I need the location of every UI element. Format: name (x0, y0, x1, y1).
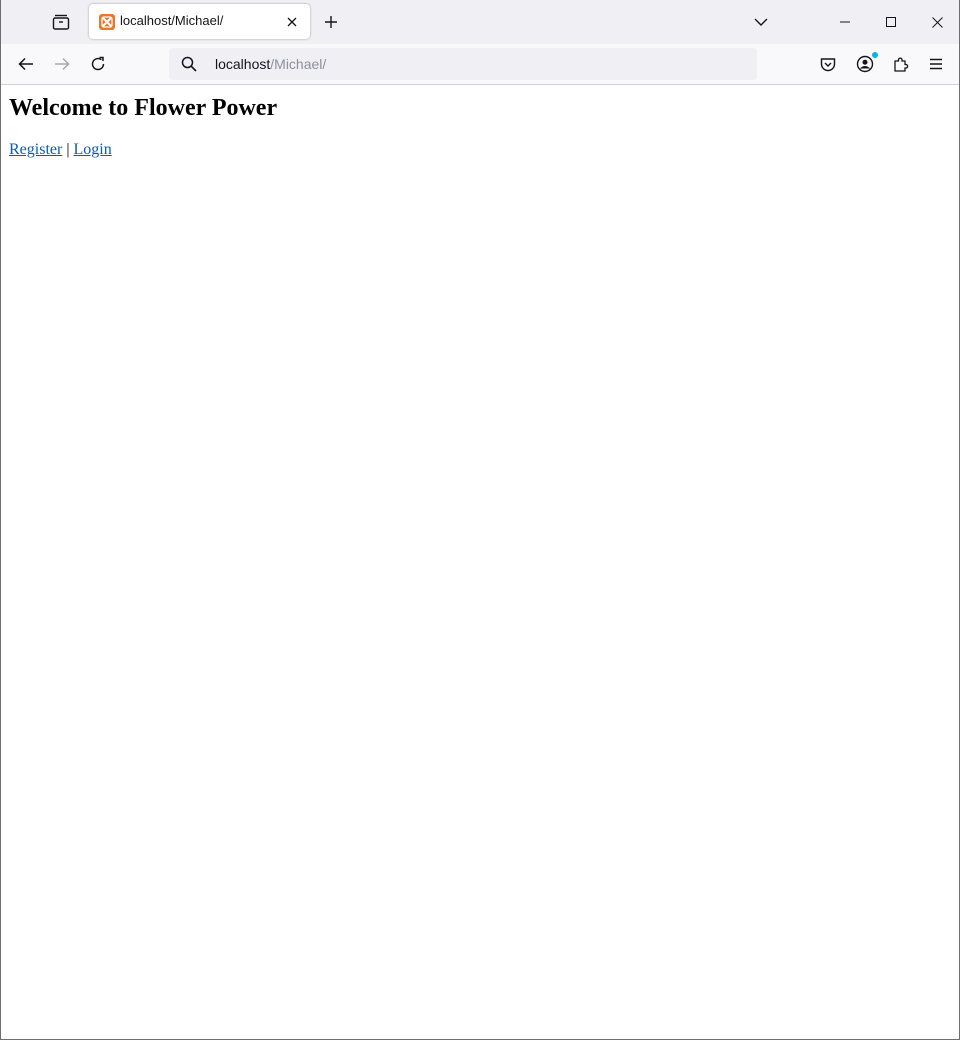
notification-badge (871, 51, 879, 59)
list-all-tabs-button[interactable] (747, 8, 775, 36)
maximize-icon (886, 17, 896, 27)
auth-links: Register | Login (9, 141, 949, 159)
close-icon (931, 16, 943, 28)
url-text[interactable]: localhost/Michael/ (215, 56, 326, 72)
browser-window: localhost/Michael/ localhost/Michael/ We… (0, 0, 960, 1040)
reload-button[interactable] (82, 48, 114, 80)
pocket-button[interactable] (812, 48, 844, 80)
url-bar[interactable]: localhost/Michael/ (169, 48, 757, 80)
firefox-view-button[interactable] (45, 6, 77, 38)
account-button[interactable] (849, 48, 881, 80)
link-separator: | (62, 141, 74, 158)
tab-active[interactable]: localhost/Michael/ (89, 4, 310, 39)
puzzle-icon (894, 57, 909, 72)
pocket-icon (820, 57, 836, 71)
page-heading: Welcome to Flower Power (9, 95, 278, 121)
register-link[interactable]: Register (9, 141, 62, 158)
extensions-button[interactable] (885, 48, 917, 80)
page-content: Welcome to Flower Power Register | Login (9, 85, 949, 159)
minimize-button[interactable] (822, 0, 868, 44)
minimize-icon (840, 21, 850, 23)
menu-button[interactable] (920, 48, 952, 80)
tab-strip: localhost/Michael/ (1, 0, 959, 44)
new-tab-button[interactable] (317, 8, 345, 36)
window-close-button[interactable] (914, 0, 959, 44)
arrow-right-icon (55, 57, 70, 71)
login-link[interactable]: Login (74, 141, 112, 158)
tab-close-button[interactable] (282, 12, 302, 32)
tab-title: localhost/Michael/ (120, 13, 224, 28)
url-host: localhost (215, 56, 271, 72)
plus-icon (325, 16, 337, 28)
arrow-left-icon (18, 57, 33, 71)
hamburger-menu-icon (930, 58, 942, 70)
chevron-down-icon (754, 18, 768, 26)
close-icon (287, 17, 297, 27)
maximize-button[interactable] (868, 0, 914, 44)
url-path: /Michael/ (270, 56, 327, 72)
forward-button[interactable] (46, 48, 78, 80)
back-button[interactable] (10, 48, 42, 80)
xampp-icon (99, 14, 115, 30)
firefox-view-icon (52, 14, 70, 30)
navigation-toolbar: localhost/Michael/ (1, 44, 959, 85)
reload-icon (91, 56, 105, 71)
search-icon (181, 56, 197, 72)
